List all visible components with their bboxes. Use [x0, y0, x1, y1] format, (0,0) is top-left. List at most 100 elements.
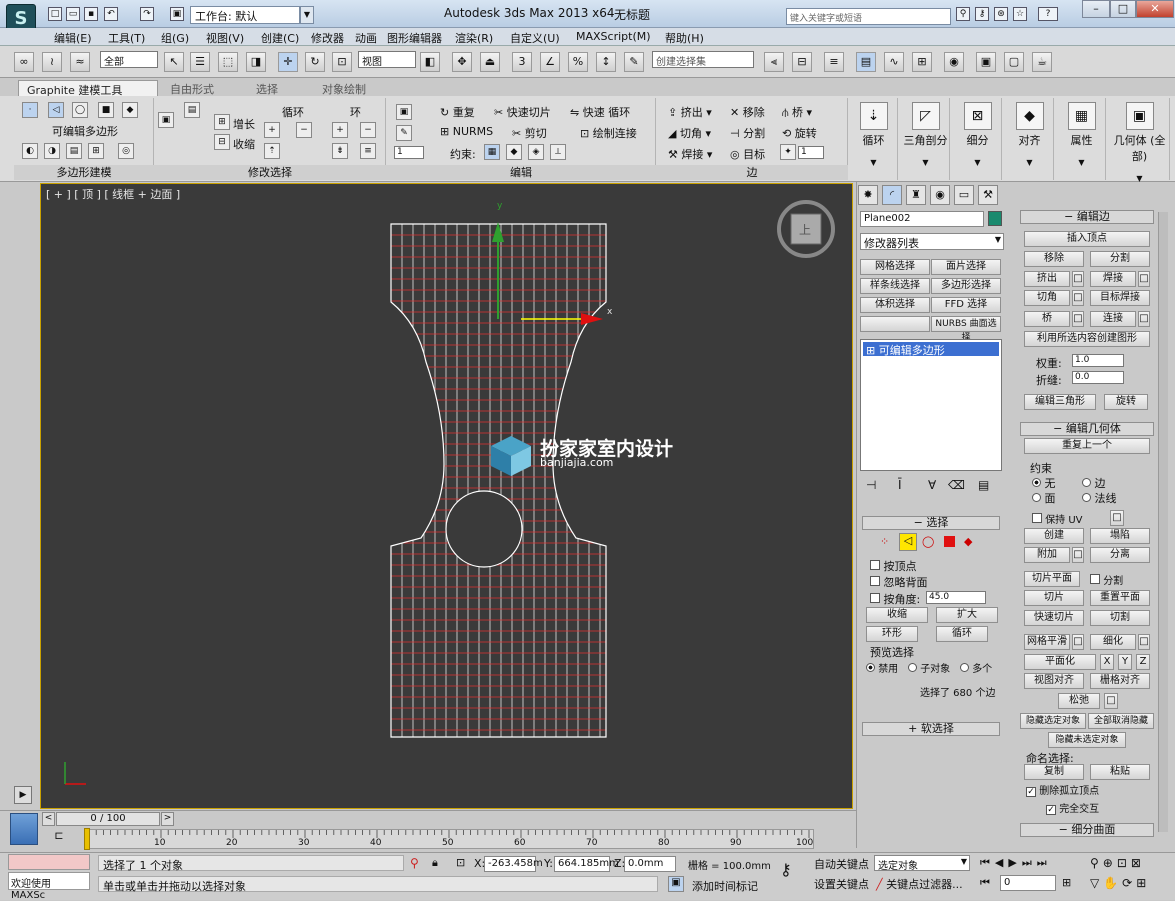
edge-split-button[interactable]: 分割: [1090, 251, 1150, 267]
tab-graphite[interactable]: Graphite 建模工具: [18, 80, 158, 97]
scale-icon[interactable]: ⊡: [332, 52, 352, 72]
copy-button[interactable]: 复制: [1024, 764, 1084, 780]
subdiv-surface-header[interactable]: − 细分曲面: [1020, 823, 1154, 837]
tessellate-button[interactable]: 细化: [1090, 634, 1136, 650]
link-icon[interactable]: ∞: [14, 52, 34, 72]
split-button[interactable]: ⊣ 分割: [730, 125, 765, 141]
gizmo-x-arrow-icon[interactable]: [581, 313, 603, 325]
named-selection-dropdown[interactable]: 创建选择集: [652, 51, 754, 68]
relax-settings-icon[interactable]: □: [1104, 693, 1118, 709]
paint-connect-button[interactable]: ⊡ 绘制连接: [580, 125, 637, 141]
preserve-uv-checkbox[interactable]: 保持 UV: [1032, 511, 1083, 526]
viewport-top[interactable]: y x 上: [40, 183, 853, 809]
current-frame-field[interactable]: 0: [1000, 875, 1056, 891]
reset-plane-button[interactable]: 重置平面: [1090, 590, 1150, 606]
window-crossing-icon[interactable]: ◨: [246, 52, 266, 72]
close-button[interactable]: ✕: [1136, 0, 1174, 18]
checkbox[interactable]: [870, 593, 880, 603]
bridge-settings-icon[interactable]: □: [1072, 311, 1084, 327]
target-weld-button[interactable]: ◎ 目标: [730, 146, 765, 162]
chevron-down-icon[interactable]: ▼: [300, 6, 314, 24]
panel-scrollbar[interactable]: [1158, 212, 1168, 832]
time-config-icon[interactable]: ⊞: [1062, 876, 1071, 889]
constraint-none-icon[interactable]: ▦: [484, 144, 500, 160]
extrude-button[interactable]: ⇪ 挤出 ▾: [668, 104, 712, 120]
c-none-radio[interactable]: 无: [1032, 475, 1056, 491]
select-object-icon[interactable]: ↖: [164, 52, 184, 72]
vertex-mode-icon[interactable]: ·: [22, 102, 38, 118]
tab-object-paint[interactable]: 对象绘制: [314, 80, 374, 97]
render-teapot-icon[interactable]: ☕: [1032, 52, 1052, 72]
shrink-icon[interactable]: ⊟: [214, 134, 230, 150]
edit-settings-icon[interactable]: ✎: [396, 125, 412, 141]
time-slider[interactable]: 0 / 100: [56, 812, 160, 826]
selected-object-dropdown[interactable]: 选定对象 ▼: [874, 855, 970, 872]
ring-label[interactable]: 环: [350, 104, 361, 120]
spline-select-button[interactable]: 样条线选择: [860, 278, 930, 294]
maximize-button[interactable]: □: [1110, 0, 1136, 18]
keyboard-shortcut-icon[interactable]: ⏏: [480, 52, 500, 72]
full-interact-checkbox[interactable]: 完全交互: [1046, 800, 1099, 815]
open-file-icon[interactable]: ▭: [66, 7, 80, 21]
element-mode-icon[interactable]: ◆: [122, 102, 138, 118]
ring-grow-icon[interactable]: +: [332, 122, 348, 138]
edge-weld-button[interactable]: 焊接: [1090, 271, 1136, 287]
help-icon[interactable]: ?: [1038, 7, 1058, 21]
star-icon[interactable]: ☆: [1013, 7, 1027, 21]
shrink-label[interactable]: 收缩: [233, 136, 255, 152]
ring-shrink-icon[interactable]: −: [360, 122, 376, 138]
edge-connect-button[interactable]: 连接: [1090, 311, 1136, 327]
constraint-face-icon[interactable]: ◈: [528, 144, 544, 160]
hierarchy-panel-icon[interactable]: ♜: [906, 185, 926, 205]
connect-settings-icon[interactable]: □: [1138, 311, 1150, 327]
display-panel-icon[interactable]: ▭: [954, 185, 974, 205]
quickloop-button[interactable]: ⇋ 快速 循环: [570, 104, 630, 120]
viewport-nav-bottom[interactable]: ▽✋⟳⊞: [1090, 876, 1150, 890]
ffd-select-button[interactable]: FFD 选择: [931, 297, 1001, 313]
polygon-mode-icon[interactable]: ■: [98, 102, 114, 118]
preview-disable-radio[interactable]: 禁用: [866, 660, 898, 675]
menu-help[interactable]: 帮助(H): [665, 30, 704, 46]
layer-manager-icon[interactable]: ≡: [824, 52, 844, 72]
percent-snap-icon[interactable]: %: [568, 52, 588, 72]
snap-toggle-icon[interactable]: 3: [512, 52, 532, 72]
tab-freeform[interactable]: 自由形式: [162, 80, 222, 97]
loop-label[interactable]: 循环: [282, 104, 304, 120]
relax-button[interactable]: 松弛: [1058, 693, 1100, 709]
edge-mode-icon[interactable]: ◁: [48, 102, 64, 118]
cut-panel-button[interactable]: 切割: [1090, 610, 1150, 626]
key-icon[interactable]: ⚷: [975, 7, 989, 21]
subdivide-button[interactable]: ⊠ 细分 ▼: [954, 98, 1002, 180]
auto-key-button[interactable]: 自动关键点: [814, 856, 869, 872]
radio[interactable]: [1082, 493, 1091, 502]
border-mode-icon[interactable]: ◯: [72, 102, 88, 118]
grow-label[interactable]: 增长: [233, 116, 255, 132]
checkbox[interactable]: [1026, 787, 1036, 797]
nurbs-select-button[interactable]: NURBS 曲面选择: [931, 316, 1001, 343]
lock-icon[interactable]: 🔒︎: [432, 856, 438, 870]
radio[interactable]: [1032, 478, 1041, 487]
stack-prev-icon[interactable]: ◐: [22, 143, 38, 159]
align-button[interactable]: ◆ 对齐 ▼: [1006, 98, 1054, 180]
ring-mode-icon[interactable]: ⇟: [332, 143, 348, 159]
material-editor-icon[interactable]: ◉: [944, 52, 964, 72]
pivot-center-icon[interactable]: ◧: [420, 52, 440, 72]
checkbox[interactable]: [870, 560, 880, 570]
remove-button[interactable]: ✕ 移除: [730, 104, 765, 120]
mirror-icon[interactable]: ⫷: [764, 52, 784, 72]
poly-select-button[interactable]: 多边形选择: [931, 278, 1001, 294]
ignore-back-checkbox[interactable]: 忽略背面: [870, 574, 928, 590]
edge-extrude-button[interactable]: 挤出: [1024, 271, 1070, 287]
chamfer-button[interactable]: ◢ 切角 ▾: [668, 125, 711, 141]
slice-button[interactable]: 切片: [1024, 590, 1084, 606]
mesh-select-button[interactable]: 网格选择: [860, 259, 930, 275]
vol-select-button[interactable]: 体积选择: [860, 297, 930, 313]
edit-edges-header[interactable]: − 编辑边: [1020, 210, 1154, 224]
collapse-stack-icon[interactable]: ⊞: [88, 143, 104, 159]
modifier-stack[interactable]: ⊞ 可编辑多边形: [860, 339, 1002, 471]
play-expand-icon[interactable]: ▶: [14, 786, 32, 804]
element-sub-icon[interactable]: ◆: [964, 535, 972, 548]
bind-spacewarp-icon[interactable]: ≈: [70, 52, 90, 72]
paste-button[interactable]: 粘贴: [1090, 764, 1150, 780]
constraint-normal-icon[interactable]: ⟂: [550, 144, 566, 160]
